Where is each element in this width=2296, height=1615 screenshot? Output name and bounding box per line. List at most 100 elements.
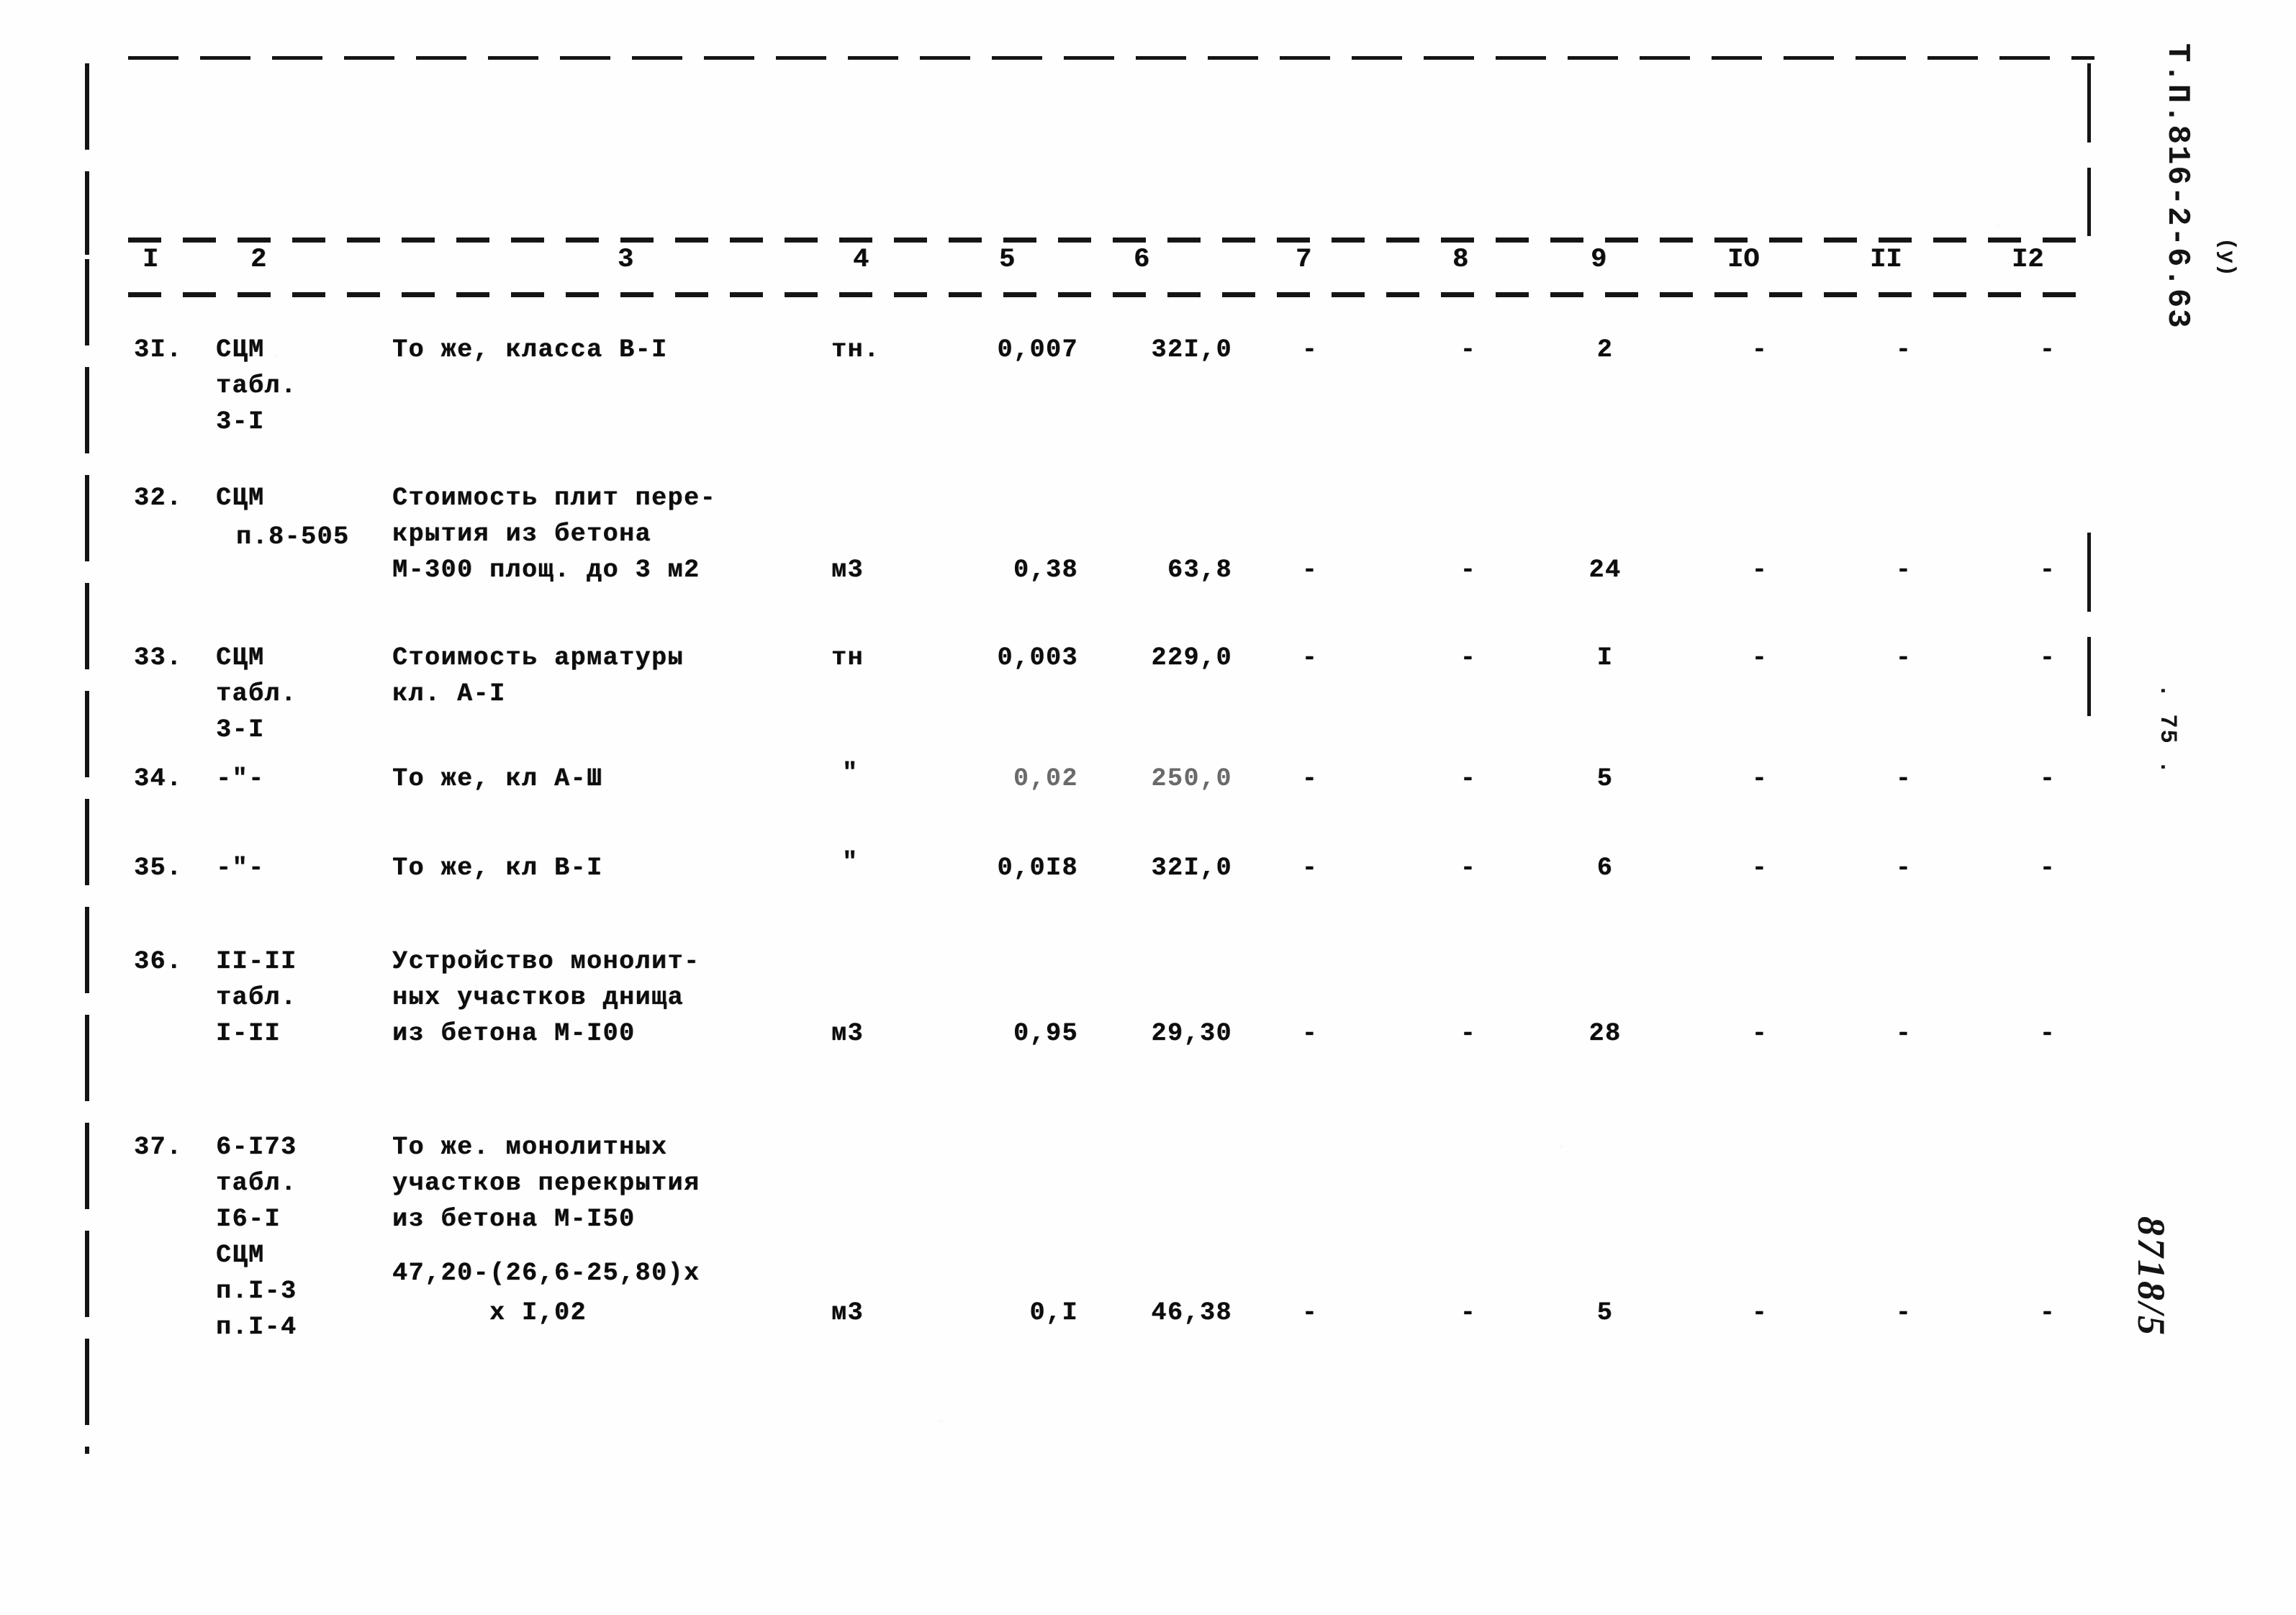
row-code: СЦМ [216, 1241, 265, 1270]
row-description: из бетона М-I00 [392, 1019, 636, 1048]
row-description: Стоимость арматуры [392, 643, 684, 672]
row-price: 29,30 [1151, 1019, 1232, 1048]
row-col12: - [2039, 335, 2056, 364]
row-code: I-II [216, 1019, 281, 1048]
row-quantity: 0,I [1029, 1298, 1078, 1327]
row-code: табл. [216, 983, 297, 1012]
document-id-stamp: Т.П.816-2-6.63 [2159, 43, 2195, 330]
row-col11: - [1895, 556, 1912, 584]
row-col8: - [1460, 854, 1477, 882]
row-col10: - [1751, 854, 1768, 882]
row-description: М-300 площ. до 3 м2 [392, 556, 700, 584]
page-number-stamp: . 75 . [2154, 684, 2181, 776]
row-description: То же, кл В-I [392, 854, 603, 882]
column-header-3: 3 [618, 245, 634, 275]
row-col12: - [2039, 1019, 2056, 1048]
row-number: 35. [134, 854, 183, 882]
row-col9: 2 [1596, 335, 1614, 364]
row-col9: 5 [1596, 764, 1614, 793]
row-col9: I [1596, 643, 1614, 672]
row-col11: - [1895, 335, 1912, 364]
row-code: 6-I73 [216, 1133, 297, 1162]
top-border-rule [128, 56, 2094, 60]
archive-mark: 8718/5 [2130, 1216, 2173, 1338]
row-price: 32I,0 [1151, 335, 1232, 364]
row-code: 3-I [216, 407, 265, 436]
row-code: п.8-505 [236, 522, 350, 551]
row-code: СЦМ [216, 335, 265, 364]
row-col8: - [1460, 335, 1477, 364]
row-code: п.I-3 [216, 1277, 297, 1306]
column-header-9: 9 [1591, 245, 1607, 275]
row-price: 46,38 [1151, 1298, 1232, 1327]
column-header-12: I2 [2012, 245, 2044, 275]
row-description: То же, кл А-Ш [392, 764, 603, 793]
right-border-rule-lower [2087, 533, 2091, 727]
row-code: -"- [216, 764, 265, 793]
row-description: То же. монолитных [392, 1133, 668, 1162]
row-description: кл. А-I [392, 679, 506, 708]
row-quantity: 0,02 [1013, 764, 1078, 793]
row-col10: - [1751, 556, 1768, 584]
column-header-11: II [1870, 245, 1902, 275]
row-number: 36. [134, 947, 183, 976]
row-col7: - [1301, 764, 1319, 793]
row-col7: - [1301, 1019, 1319, 1048]
row-description: Устройство монолит- [392, 947, 700, 976]
row-col8: - [1460, 1019, 1477, 1048]
row-quantity: 0,95 [1013, 1019, 1078, 1048]
row-col10: - [1751, 764, 1768, 793]
row-description: из бетона М-I50 [392, 1205, 636, 1234]
row-description: Стоимость плит пере- [392, 484, 717, 512]
row-col10: - [1751, 1298, 1768, 1327]
column-header-8: 8 [1452, 245, 1469, 275]
column-header-10: IO [1727, 245, 1760, 275]
column-header-6: 6 [1134, 245, 1150, 275]
row-code: -"- [216, 854, 265, 882]
row-col7: - [1301, 1298, 1319, 1327]
row-number: 34. [134, 764, 183, 793]
row-col7: - [1301, 854, 1319, 882]
row-col9: 5 [1596, 1298, 1614, 1327]
header-rule-top [128, 238, 2094, 243]
row-col9: 24 [1588, 556, 1622, 584]
row-description: ных участков днища [392, 983, 684, 1012]
row-col11: - [1895, 764, 1912, 793]
row-number: 33. [134, 643, 183, 672]
row-code: табл. [216, 1169, 297, 1198]
row-code: п.I-4 [216, 1313, 297, 1342]
row-unit: " [842, 759, 859, 787]
row-unit: " [842, 848, 859, 877]
left-border-rule-upper [85, 63, 89, 255]
row-col11: - [1895, 1298, 1912, 1327]
row-code: СЦМ [216, 643, 265, 672]
row-unit: тн. [831, 335, 880, 364]
left-border-rule-lower [85, 259, 89, 1454]
header-rule-bottom [128, 292, 2094, 297]
column-header-2: 2 [250, 245, 267, 275]
row-code: табл. [216, 679, 297, 708]
row-description: крытия из бетона [392, 520, 652, 548]
column-header-5: 5 [999, 245, 1016, 275]
row-col8: - [1460, 643, 1477, 672]
row-unit: тн [831, 643, 864, 672]
row-col8: - [1460, 764, 1477, 793]
row-col7: - [1301, 556, 1319, 584]
row-col12: - [2039, 764, 2056, 793]
column-header-7: 7 [1296, 245, 1312, 275]
row-code: I6-I [216, 1205, 281, 1234]
row-col7: - [1301, 335, 1319, 364]
row-price: 32I,0 [1151, 854, 1232, 882]
row-col12: - [2039, 556, 2056, 584]
row-col8: - [1460, 556, 1477, 584]
row-col12: - [2039, 1298, 2056, 1327]
row-unit: м3 [831, 556, 864, 584]
row-col9: 6 [1596, 854, 1614, 882]
column-header-4: 4 [853, 245, 869, 275]
row-code: II-II [216, 947, 297, 976]
scanned-page: I 2 3 4 5 6 7 8 9 IO II I2 3I. СЦМ табл.… [0, 0, 2296, 1615]
row-description: участков перекрытия [392, 1169, 700, 1198]
row-number: 37. [134, 1133, 183, 1162]
row-price: 250,0 [1151, 764, 1232, 793]
row-col7: - [1301, 643, 1319, 672]
